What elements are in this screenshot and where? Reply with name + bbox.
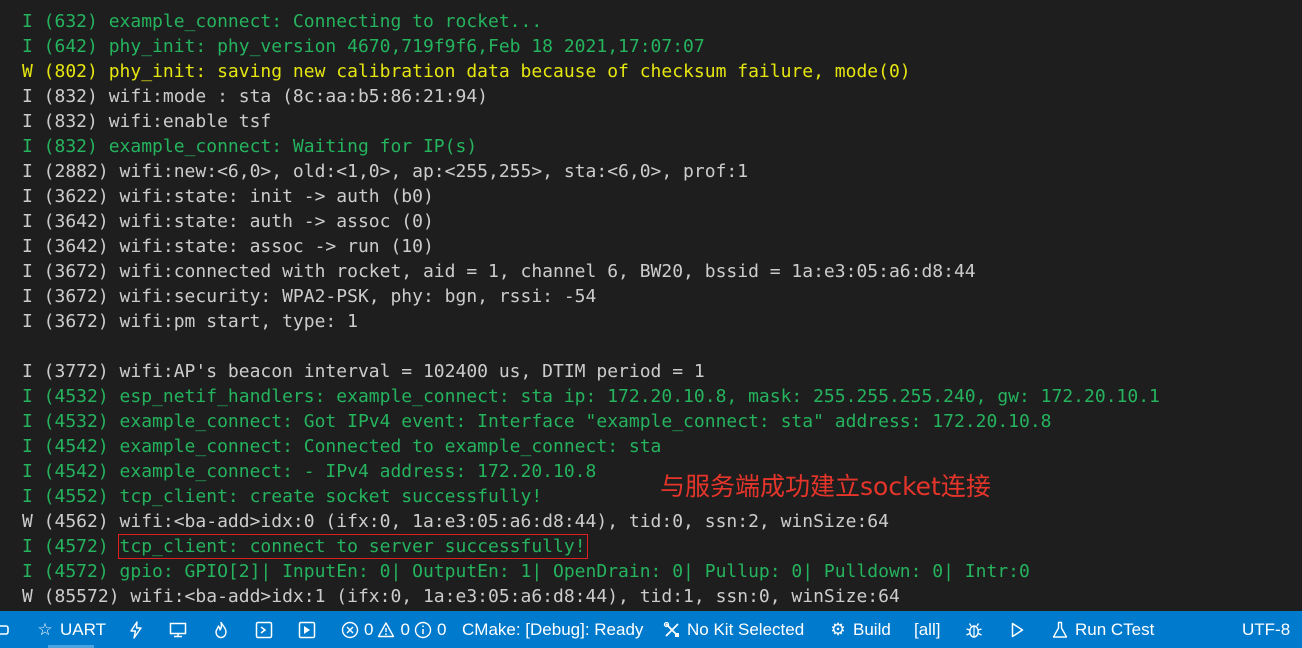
terminal-button[interactable] bbox=[255, 611, 273, 648]
kit-label: No Kit Selected bbox=[687, 619, 805, 639]
gear-icon: ⚙ bbox=[830, 619, 846, 640]
log-line: I (3622) wifi:state: init -> auth (b0) bbox=[22, 186, 434, 207]
monitor-icon bbox=[169, 621, 187, 639]
kit-selector[interactable]: No Kit Selected bbox=[663, 611, 804, 648]
debug-button[interactable] bbox=[965, 611, 983, 648]
log-line: W (802) phy_init: saving new calibration… bbox=[22, 61, 911, 82]
debug-console-icon bbox=[298, 621, 316, 639]
build-button[interactable]: ⚙ Build bbox=[829, 611, 891, 648]
launch-button[interactable] bbox=[1008, 611, 1026, 648]
flash-button[interactable] bbox=[127, 611, 145, 648]
status-bar: ☆ UART 0 0 0 CMake: [Debug]: Ready No Ki… bbox=[0, 611, 1302, 648]
log-line: I (4572) gpio: GPIO[2]| InputEn: 0| Outp… bbox=[22, 561, 1030, 582]
log-line: I (832) wifi:enable tsf bbox=[22, 111, 272, 132]
log-line: W (85572) wifi:<ba-add>idx:1 (ifx:0, 1a:… bbox=[22, 586, 900, 607]
remote-indicator[interactable] bbox=[0, 611, 18, 648]
log-line: I (2882) wifi:new:<6,0>, old:<1,0>, ap:<… bbox=[22, 161, 749, 182]
log-line-prefix: I (4572) bbox=[22, 536, 120, 557]
info-count: 0 bbox=[436, 619, 447, 639]
log-line: I (3772) wifi:AP's beacon interval = 102… bbox=[22, 361, 705, 382]
flame-icon bbox=[212, 621, 230, 639]
build-target-selector[interactable]: [all] bbox=[914, 611, 940, 648]
build-label: Build bbox=[853, 619, 891, 639]
log-line: I (642) phy_init: phy_version 4670,719f9… bbox=[22, 36, 705, 57]
uart-label: UART bbox=[60, 619, 106, 639]
app-window: I (632) example_connect: Connecting to r… bbox=[0, 0, 1302, 648]
problems-indicator[interactable]: 0 0 0 bbox=[341, 611, 446, 648]
bug-icon bbox=[965, 621, 983, 639]
log-line: I (4542) example_connect: Connected to e… bbox=[22, 436, 662, 457]
log-line: I (632) example_connect: Connecting to r… bbox=[22, 11, 543, 32]
log-line: I (3672) wifi:security: WPA2-PSK, phy: b… bbox=[22, 286, 597, 307]
build-flash-monitor-button[interactable] bbox=[212, 611, 230, 648]
target-label: [all] bbox=[914, 619, 941, 639]
info-icon bbox=[414, 621, 432, 639]
log-line: I (4542) example_connect: - IPv4 address… bbox=[22, 461, 597, 482]
play-icon bbox=[1008, 621, 1026, 639]
tools-icon bbox=[663, 621, 681, 639]
debug-console-button[interactable] bbox=[298, 611, 316, 648]
log-line: W (4562) wifi:<ba-add>idx:0 (ifx:0, 1a:e… bbox=[22, 511, 889, 532]
log-line: I (3672) wifi:connected with rocket, aid… bbox=[22, 261, 976, 282]
log-line: I (832) wifi:mode : sta (8c:aa:b5:86:21:… bbox=[22, 86, 488, 107]
log-line: I (832) example_connect: Waiting for IP(… bbox=[22, 136, 478, 157]
error-icon bbox=[341, 621, 359, 639]
encoding-selector[interactable]: UTF-8 bbox=[1242, 611, 1290, 648]
annotation-label: 与服务端成功建立socket连接 bbox=[660, 472, 991, 501]
uart-selector[interactable]: ☆ UART bbox=[36, 611, 106, 648]
flask-icon bbox=[1051, 621, 1069, 639]
flash-icon bbox=[127, 620, 145, 639]
warning-icon bbox=[377, 621, 395, 639]
cmake-status[interactable]: CMake: [Debug]: Ready bbox=[462, 611, 643, 648]
log-line: I (4532) esp_netif_handlers: example_con… bbox=[22, 386, 1160, 407]
log-line: I (3642) wifi:state: assoc -> run (10) bbox=[22, 236, 434, 257]
encoding-label: UTF-8 bbox=[1242, 619, 1291, 639]
terminal-output[interactable]: I (632) example_connect: Connecting to r… bbox=[0, 0, 1302, 611]
warnings-count: 0 bbox=[400, 619, 410, 639]
errors-count: 0 bbox=[364, 619, 374, 639]
log-line: I (4572) tcp_client: connect to server s… bbox=[22, 534, 588, 559]
cmake-label: CMake: [Debug]: Ready bbox=[462, 619, 644, 639]
log-line: I (3672) wifi:pm start, type: 1 bbox=[22, 311, 358, 332]
highlighted-log-message: tcp_client: connect to server successful… bbox=[117, 534, 588, 559]
monitor-button[interactable] bbox=[169, 611, 187, 648]
log-line: I (3642) wifi:state: auth -> assoc (0) bbox=[22, 211, 434, 232]
terminal-icon bbox=[255, 621, 273, 639]
star-icon: ☆ bbox=[37, 619, 53, 640]
remote-icon bbox=[0, 621, 18, 639]
log-line: I (4552) tcp_client: create socket succe… bbox=[22, 486, 543, 507]
run-ctest-button[interactable]: Run CTest bbox=[1051, 611, 1154, 648]
ctest-label: Run CTest bbox=[1075, 619, 1155, 639]
log-line: I (4532) example_connect: Got IPv4 event… bbox=[22, 411, 1052, 432]
